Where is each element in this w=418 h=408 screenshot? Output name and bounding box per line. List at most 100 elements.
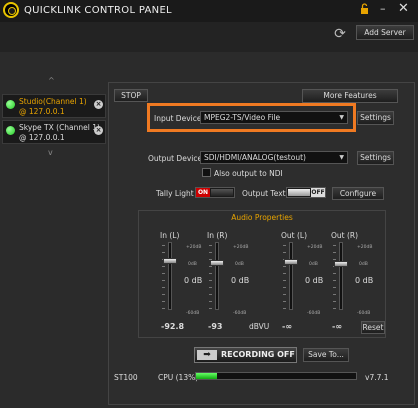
output-text-state: OFF <box>311 188 325 197</box>
channel-item-studio[interactable]: Studio(Channel 1) @ 127.0.0.1 × <box>2 94 106 118</box>
zero-db-label: 0 dB <box>305 276 324 285</box>
fader-track <box>339 242 343 310</box>
fader-tick <box>209 280 212 281</box>
dropdown-arrow-icon: ▼ <box>339 154 344 161</box>
model-label: ST100 <box>114 373 138 382</box>
db-mid-label: 0dB <box>359 262 368 267</box>
tally-state: ON <box>196 188 210 197</box>
audio-level-value: -93 <box>208 322 223 331</box>
db-bottom-label: -60dB <box>307 311 321 316</box>
db-mid-label: 0dB <box>309 262 318 267</box>
fader-tick <box>162 280 165 281</box>
save-to-button[interactable]: Save To... <box>303 348 349 362</box>
arrow-right-icon: ➡ <box>197 350 217 360</box>
cpu-usage-bar <box>195 372 357 380</box>
fader-tick <box>162 301 165 302</box>
audio-channel-label: In (R) <box>207 231 228 240</box>
db-top-label: +20dB <box>357 245 373 250</box>
stop-button[interactable]: STOP <box>114 89 148 102</box>
refresh-icon[interactable]: ⟳ <box>332 26 348 42</box>
fader-track <box>168 242 172 310</box>
fader-tick <box>333 252 336 253</box>
fader-knob[interactable] <box>284 259 298 265</box>
fader-tick <box>333 245 336 246</box>
input-device-label: Input Device <box>154 114 202 123</box>
fader-tick <box>162 273 165 274</box>
toggle-knob <box>288 189 310 196</box>
more-features-button[interactable]: More Features <box>302 89 398 103</box>
fader-tick <box>209 266 212 267</box>
input-device-value: MPEG2-TS/Video File <box>204 113 281 122</box>
channel-ip: @ 127.0.0.1 <box>19 133 65 142</box>
recording-label: RECORDING OFF <box>221 350 295 359</box>
fader-tick <box>162 287 165 288</box>
fader-tick <box>209 301 212 302</box>
audio-channel-label: Out (L) <box>281 231 308 240</box>
minimize-button[interactable]: – <box>380 2 386 15</box>
db-top-label: +20dB <box>307 245 323 250</box>
output-device-label: Output Device <box>148 154 203 163</box>
fader-tick <box>283 273 286 274</box>
db-bottom-label: -60dB <box>233 311 247 316</box>
fader-tick <box>283 301 286 302</box>
add-server-button[interactable]: Add Server <box>356 25 414 40</box>
output-text-toggle[interactable]: OFF <box>286 187 326 198</box>
fader-tick <box>283 245 286 246</box>
fader-tick <box>209 287 212 288</box>
fader-knob[interactable] <box>210 260 224 266</box>
zero-db-label: 0 dB <box>231 276 250 285</box>
audio-unit-label: dBVU <box>249 322 270 331</box>
channel-name: Skype TX (Channel 1) <box>19 123 100 132</box>
toggle-knob <box>211 189 233 196</box>
fader-tick <box>209 308 212 309</box>
input-device-select[interactable]: MPEG2-TS/Video File ▼ <box>200 111 348 124</box>
fader-tick <box>283 280 286 281</box>
audio-level-value: -92.8 <box>161 322 185 331</box>
cpu-usage-fill <box>196 373 217 379</box>
db-bottom-label: -60dB <box>357 311 371 316</box>
fader-tick <box>162 294 165 295</box>
lock-icon[interactable] <box>360 3 369 17</box>
status-dot-icon <box>6 100 15 109</box>
fader-tick <box>283 252 286 253</box>
db-mid-label: 0dB <box>235 262 244 267</box>
ndi-output-checkbox[interactable] <box>202 168 211 177</box>
audio-channel-label: Out (R) <box>331 231 359 240</box>
audio-properties-title: Audio Properties <box>231 213 293 222</box>
remove-channel-icon[interactable]: × <box>94 100 103 109</box>
fader-knob[interactable] <box>334 261 348 267</box>
tally-light-toggle[interactable]: ON <box>195 187 235 198</box>
audio-properties-box <box>138 210 386 338</box>
output-device-select[interactable]: SDI/HDMI/ANALOG(testout) ▼ <box>200 151 348 164</box>
status-dot-icon <box>6 126 15 135</box>
input-settings-button[interactable]: Settings <box>357 111 394 125</box>
db-bottom-label: -60dB <box>186 311 200 316</box>
fader-tick <box>283 294 286 295</box>
fader-track <box>289 242 293 310</box>
configure-button[interactable]: Configure <box>332 187 384 200</box>
scroll-up-icon[interactable]: ^ <box>48 76 55 85</box>
fader-tick <box>209 294 212 295</box>
db-mid-label: 0dB <box>188 262 197 267</box>
close-button[interactable]: ✕ <box>398 1 409 16</box>
dropdown-arrow-icon: ▼ <box>339 114 344 121</box>
fader-tick <box>333 301 336 302</box>
audio-level-value: -∞ <box>332 322 342 331</box>
fader-tick <box>162 245 165 246</box>
output-settings-button[interactable]: Settings <box>357 151 394 165</box>
recording-button[interactable]: ➡ RECORDING OFF <box>194 347 297 363</box>
remove-channel-icon[interactable]: × <box>94 126 103 135</box>
fader-knob[interactable] <box>163 258 177 264</box>
fader-tick <box>333 273 336 274</box>
fader-tick <box>283 308 286 309</box>
fader-tick <box>333 287 336 288</box>
channel-item-skype[interactable]: Skype TX (Channel 1) @ 127.0.0.1 × <box>2 120 106 144</box>
fader-tick <box>333 280 336 281</box>
scroll-down-icon[interactable]: v <box>48 148 53 157</box>
window-title: QUICKLINK CONTROL PANEL <box>24 5 172 16</box>
channel-name: Studio(Channel 1) <box>19 97 87 106</box>
reset-button[interactable]: Reset <box>361 321 385 334</box>
ndi-output-label: Also output to NDI <box>214 169 283 178</box>
version-label: v7.7.1 <box>365 373 389 382</box>
cpu-label: CPU (13%) <box>158 373 199 382</box>
